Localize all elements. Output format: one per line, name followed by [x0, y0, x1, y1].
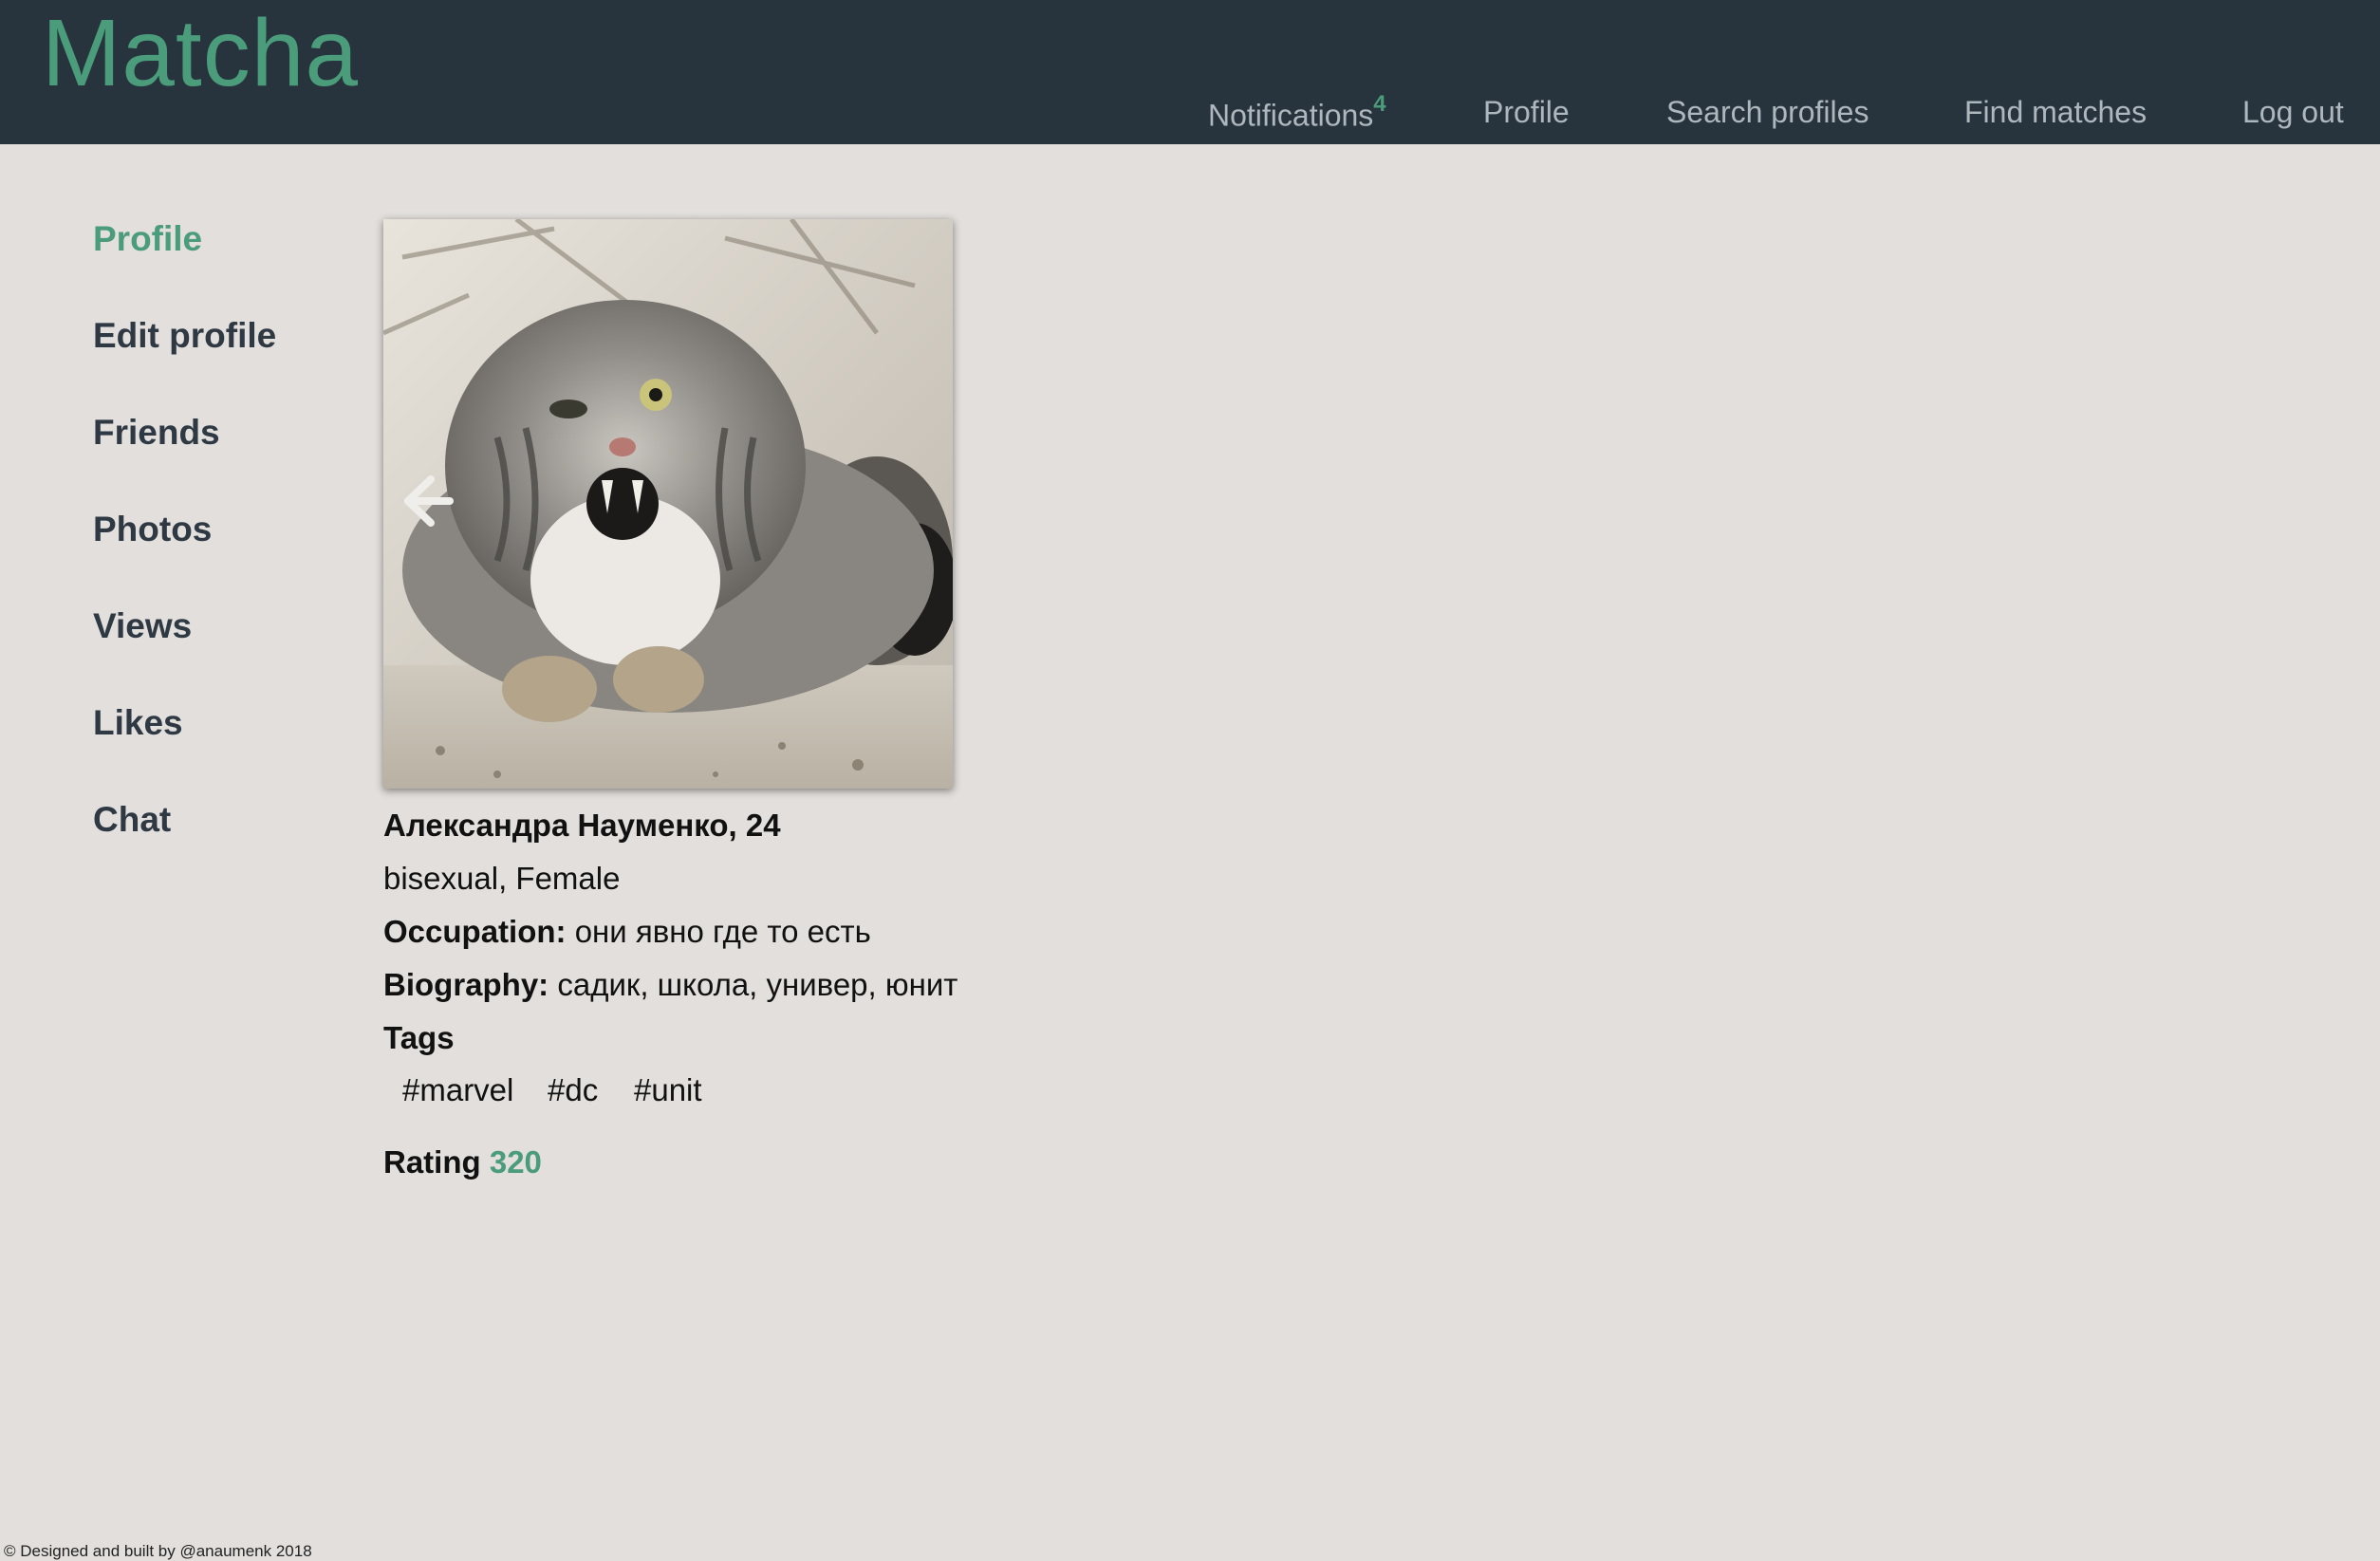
- biography-label: Biography:: [383, 967, 549, 1002]
- tag-item[interactable]: #marvel: [402, 1072, 513, 1108]
- profile-photo-carousel: [383, 219, 953, 789]
- sidebar-item-edit-profile[interactable]: Edit profile: [93, 316, 276, 356]
- sidebar-item-profile[interactable]: Profile: [93, 219, 202, 259]
- profile-orientation-gender: bisexual, Female: [383, 861, 621, 896]
- nav-find-matches[interactable]: Find matches: [1964, 95, 2147, 130]
- profile-occupation: Occupation: они явно где то есть: [383, 914, 871, 950]
- sidebar-item-likes[interactable]: Likes: [93, 703, 183, 743]
- footer-credit: © Designed and built by @anaumenk 2018: [4, 1542, 312, 1560]
- profile-biography: Biography: садик, школа, универ, юнит: [383, 967, 958, 1003]
- nav-log-out[interactable]: Log out: [2242, 95, 2344, 130]
- tag-item[interactable]: #dc: [548, 1072, 598, 1108]
- nav-notifications-label: Notifications: [1208, 98, 1374, 133]
- rating-value: 320: [489, 1144, 542, 1180]
- arrow-left-icon[interactable]: [391, 468, 457, 534]
- app-logo[interactable]: Matcha: [42, 0, 359, 106]
- sidebar-item-chat[interactable]: Chat: [93, 800, 171, 840]
- nav-notifications[interactable]: Notifications4: [1208, 91, 1386, 134]
- profile-name-age: Александра Науменко, 24: [383, 808, 781, 843]
- profile-rating: Rating 320: [383, 1144, 542, 1180]
- top-navbar: Matcha Notifications4 Profile Search pro…: [0, 0, 2380, 144]
- biography-value: садик, школа, универ, юнит: [557, 967, 958, 1002]
- rating-label: Rating: [383, 1144, 481, 1180]
- pallas-cat-photo: [383, 219, 953, 789]
- sidebar-item-friends[interactable]: Friends: [93, 413, 220, 453]
- tags-heading: Tags: [383, 1020, 455, 1055]
- occupation-label: Occupation:: [383, 914, 567, 949]
- occupation-value: они явно где то есть: [574, 914, 871, 949]
- tag-item[interactable]: #unit: [634, 1072, 702, 1108]
- notifications-count-badge: 4: [1373, 91, 1386, 117]
- sidebar-item-views[interactable]: Views: [93, 606, 192, 646]
- sidebar-item-photos[interactable]: Photos: [93, 510, 212, 549]
- nav-search-profiles[interactable]: Search profiles: [1666, 95, 1869, 130]
- nav-profile[interactable]: Profile: [1483, 95, 1570, 130]
